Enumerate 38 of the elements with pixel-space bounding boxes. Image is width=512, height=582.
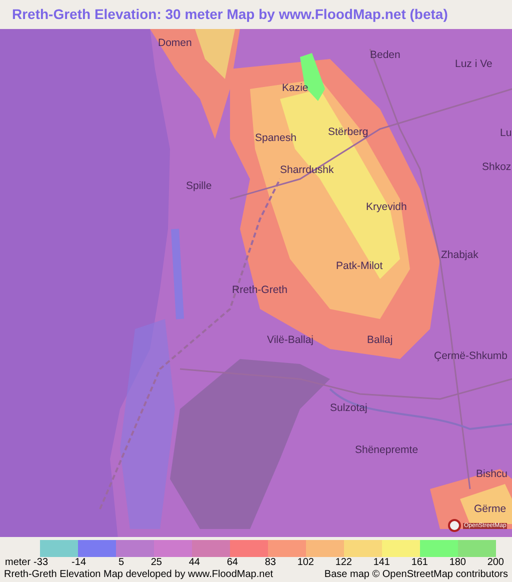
- map-title: Rreth-Greth Elevation: 30 meter Map by www.FloodMap.net (beta): [11, 5, 449, 24]
- place-label: Sulzotaj: [330, 402, 368, 414]
- legend-value: 161: [411, 557, 428, 569]
- place-label: Gërme: [474, 503, 506, 515]
- place-label: Sharrdushk: [280, 164, 334, 176]
- legend-value: -33: [34, 557, 48, 569]
- legend-value: 102: [297, 557, 314, 569]
- legend-value: 200: [487, 557, 504, 569]
- place-label: Vilë-Ballaj: [267, 334, 314, 346]
- place-label: Bishcu: [476, 468, 508, 480]
- legend-value: 180: [449, 557, 466, 569]
- place-label: Shkoz: [482, 161, 512, 173]
- place-label: Zhabjak: [441, 249, 478, 261]
- place-label: Kazie: [282, 82, 308, 94]
- legend-value: 44: [188, 557, 200, 569]
- place-label: Luz i Ve: [455, 58, 492, 70]
- legend-value: 83: [264, 557, 276, 569]
- place-label: Beden: [370, 49, 400, 61]
- place-label: Kryevidh: [366, 201, 407, 213]
- legend-value: -14: [72, 557, 86, 569]
- legend-unit: meter: [4, 557, 31, 569]
- place-label: Patk-Milot: [336, 260, 383, 272]
- legend-value: 25: [150, 557, 162, 569]
- place-label: Çermë-Shkumb: [434, 350, 508, 362]
- place-label: Lu: [500, 127, 512, 139]
- place-label: Rreth-Greth: [232, 284, 288, 296]
- place-label: Shënepremte: [355, 444, 418, 456]
- place-label: Ballaj: [367, 334, 393, 346]
- place-label: Domen: [158, 37, 192, 49]
- place-label: Stërberg: [328, 126, 368, 138]
- base-map-credit: Base map © OpenStreetMap contributors: [324, 569, 508, 581]
- legend-value: 141: [373, 557, 390, 569]
- map-credit: Rreth-Greth Elevation Map developed by www.FloodMap.net: [4, 569, 274, 581]
- place-label: Spille: [186, 180, 212, 192]
- legend-value: 122: [335, 557, 352, 569]
- legend-value: 5: [118, 557, 124, 569]
- legend-value: 64: [226, 557, 238, 569]
- place-label: Spanesh: [255, 132, 296, 144]
